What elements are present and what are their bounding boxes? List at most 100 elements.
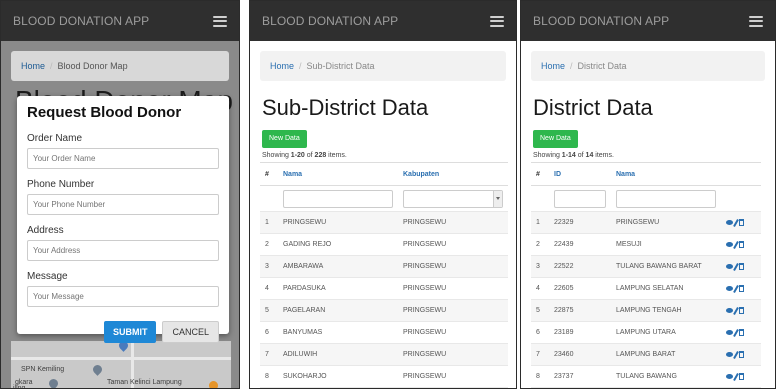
navbar: BLOOD DONATION APP xyxy=(250,1,516,41)
column-header-nama[interactable]: Nama xyxy=(611,162,721,186)
pencil-icon[interactable] xyxy=(733,284,739,293)
table-cell: 1 xyxy=(531,211,549,234)
hamburger-icon[interactable] xyxy=(749,15,763,27)
table-cell: 5 xyxy=(260,299,278,322)
trash-icon[interactable] xyxy=(739,307,744,314)
pencil-icon[interactable] xyxy=(733,350,739,359)
map-pin-icon[interactable] xyxy=(91,363,104,376)
table-cell: 23460 xyxy=(549,343,611,366)
eye-icon[interactable] xyxy=(726,352,733,357)
row-actions xyxy=(721,365,761,388)
table-row: 1 PRINGSEWU PRINGSEWU xyxy=(260,211,508,234)
table-row: 6 23189 LAMPUNG UTARA xyxy=(531,321,761,344)
table-row: 3 22522 TULANG BAWANG BARAT xyxy=(531,255,761,278)
app-title[interactable]: BLOOD DONATION APP xyxy=(533,14,669,28)
map-view[interactable]: SPN Kemiling gkara iling Taman Kelinci L… xyxy=(11,339,231,389)
breadcrumb-separator: / xyxy=(299,61,302,71)
pencil-icon[interactable] xyxy=(733,262,739,271)
pencil-icon[interactable] xyxy=(733,218,739,227)
kabupaten-filter-select[interactable] xyxy=(403,189,503,208)
table-cell: 22439 xyxy=(549,233,611,256)
hamburger-icon[interactable] xyxy=(213,15,227,27)
table-cell: ADILUWIH xyxy=(278,343,398,366)
column-header-actions xyxy=(721,162,761,186)
new-data-button[interactable]: New Data xyxy=(262,130,307,148)
phone-number-input[interactable] xyxy=(27,194,219,215)
eye-icon[interactable] xyxy=(726,220,733,225)
summary-range: 1-20 xyxy=(290,152,305,159)
nama-filter-input[interactable] xyxy=(616,189,716,208)
chevron-down-icon xyxy=(493,190,502,207)
table-row: 6 BANYUMAS PRINGSEWU xyxy=(260,321,508,344)
nama-filter-input[interactable] xyxy=(283,189,393,208)
row-action-group xyxy=(726,306,756,315)
table-cell: PRINGSEWU xyxy=(398,343,508,366)
column-header-id[interactable]: ID xyxy=(549,162,611,186)
eye-icon[interactable] xyxy=(726,242,733,247)
table-cell: 23737 xyxy=(549,365,611,388)
table-cell: PRINGSEWU xyxy=(398,299,508,322)
hamburger-icon[interactable] xyxy=(490,15,504,27)
app-title[interactable]: BLOOD DONATION APP xyxy=(13,14,149,28)
eye-icon[interactable] xyxy=(726,308,733,313)
table-cell: PRINGSEWU xyxy=(611,211,721,234)
column-header-nama[interactable]: Nama xyxy=(278,162,398,186)
pencil-icon[interactable] xyxy=(733,372,739,381)
screen-sub-district-data: BLOOD DONATION APP Home / Sub-District D… xyxy=(249,0,517,389)
sub-district-table: # Nama Kabupaten 1 PRINGSEWU PRINGSEWU 2 GAD… xyxy=(260,162,508,388)
map-pin-icon[interactable] xyxy=(47,377,60,388)
filter-row xyxy=(531,185,761,212)
map-pin-icon[interactable] xyxy=(207,379,220,388)
screen-blood-donor-map: BLOOD DONATION APP Home / Blood Donor Ma… xyxy=(0,0,240,389)
trash-icon[interactable] xyxy=(739,263,744,270)
column-header-kabupaten[interactable]: Kabupaten xyxy=(398,162,508,186)
app-title[interactable]: BLOOD DONATION APP xyxy=(262,14,398,28)
trash-icon[interactable] xyxy=(739,373,744,380)
breadcrumb-current: Blood Donor Map xyxy=(57,61,128,71)
table-cell: PARDASUKA xyxy=(278,277,398,300)
trash-icon[interactable] xyxy=(739,219,744,226)
eye-icon[interactable] xyxy=(726,374,733,379)
trash-icon[interactable] xyxy=(739,351,744,358)
cancel-button[interactable]: CANCEL xyxy=(162,321,219,343)
message-input[interactable] xyxy=(27,286,219,307)
eye-icon[interactable] xyxy=(726,286,733,291)
map-label: iling xyxy=(13,385,26,389)
eye-icon[interactable] xyxy=(726,264,733,269)
summary-suffix: items. xyxy=(326,152,347,159)
eye-icon[interactable] xyxy=(726,330,733,335)
row-action-group xyxy=(726,262,756,271)
pencil-icon[interactable] xyxy=(733,328,739,337)
pencil-icon[interactable] xyxy=(733,306,739,315)
breadcrumb-separator: / xyxy=(570,61,573,71)
breadcrumb-home-link[interactable]: Home xyxy=(270,61,294,71)
summary-range: 1-14 xyxy=(561,152,576,159)
table-cell: PAGELARAN xyxy=(278,299,398,322)
address-input[interactable] xyxy=(27,240,219,261)
new-data-button[interactable]: New Data xyxy=(533,130,578,148)
table-cell: 22329 xyxy=(549,211,611,234)
order-name-input[interactable] xyxy=(27,148,219,169)
table-cell: 3 xyxy=(531,255,549,278)
table-cell: PRINGSEWU xyxy=(398,321,508,344)
submit-button[interactable]: SUBMIT xyxy=(103,321,157,343)
breadcrumb-home-link[interactable]: Home xyxy=(21,61,45,71)
navbar: BLOOD DONATION APP xyxy=(521,1,775,41)
table-cell: PRINGSEWU xyxy=(398,365,508,388)
trash-icon[interactable] xyxy=(739,329,744,336)
table-cell: 23189 xyxy=(549,321,611,344)
breadcrumb-current: Sub-District Data xyxy=(306,61,375,71)
modal-actions: SUBMIT CANCEL xyxy=(27,321,219,343)
table-row: 2 22439 MESUJI xyxy=(531,233,761,256)
summary-prefix: Showing xyxy=(533,152,562,159)
breadcrumb-home-link[interactable]: Home xyxy=(541,61,565,71)
modal-title: Request Blood Donor xyxy=(27,104,182,121)
screen-district-data: BLOOD DONATION APP Home / District Data … xyxy=(520,0,776,389)
table-cell: 5 xyxy=(531,299,549,322)
pencil-icon[interactable] xyxy=(733,240,739,249)
breadcrumb-separator: / xyxy=(50,61,53,71)
id-filter-input[interactable] xyxy=(554,189,606,208)
table-row: 4 PARDASUKA PRINGSEWU xyxy=(260,277,508,300)
trash-icon[interactable] xyxy=(739,241,744,248)
trash-icon[interactable] xyxy=(739,285,744,292)
